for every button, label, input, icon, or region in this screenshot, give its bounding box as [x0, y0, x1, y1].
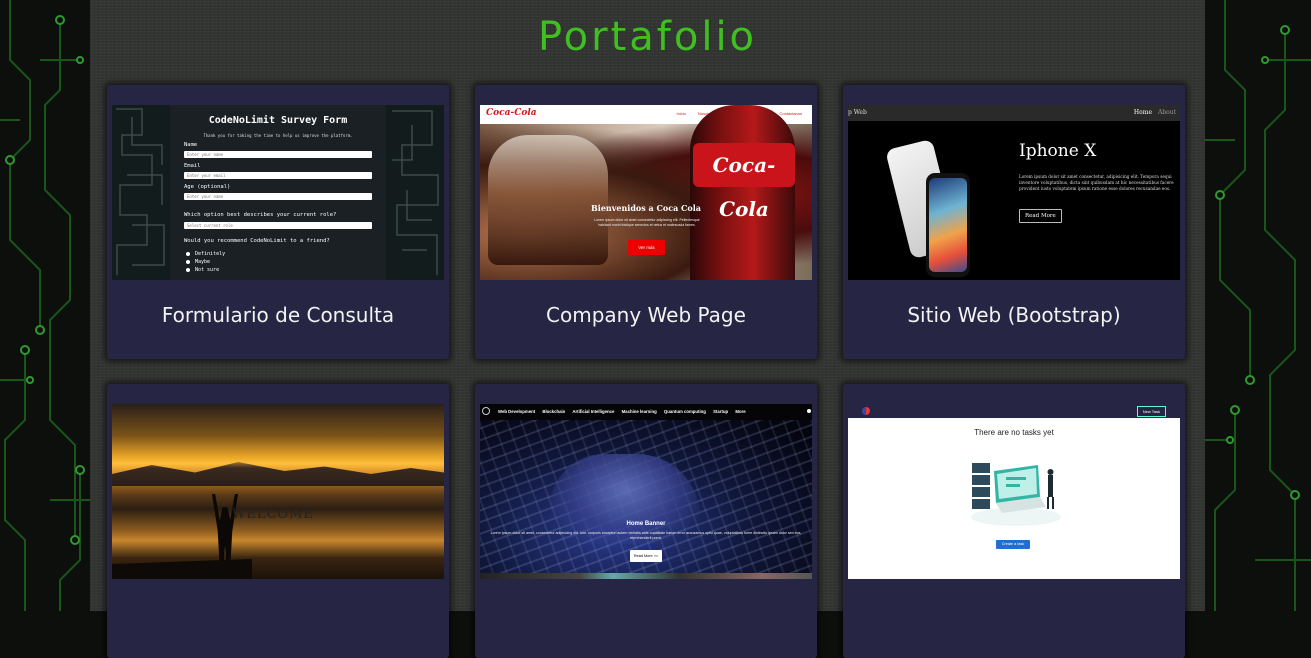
nav-link-machine-learning: Machine learning [621, 409, 657, 414]
project-thumbnail-tech-blog: Web Development Blockchain Artificial In… [480, 404, 812, 579]
hero-title: Bienvenidos a Coca Cola [591, 203, 701, 213]
circuit-background-left [0, 0, 90, 611]
project-title[interactable]: Formulario de Consulta [107, 303, 449, 327]
bottle-label: Coca-Cola [693, 143, 795, 221]
project-card-welcome[interactable]: WELCOME [107, 384, 449, 658]
iphone-front-image [926, 173, 970, 277]
welcome-text: WELCOME [232, 507, 314, 522]
recommend-question: Would you recommend CodeNoLimit to a fri… [184, 238, 330, 244]
empty-state-text: There are no tasks yet [974, 428, 1054, 437]
globe-icon [482, 407, 490, 415]
home-banner-text: Lorem ipsum dolor sit amet, consectetur … [490, 531, 802, 540]
radio-option-definitely: Definitely [186, 251, 225, 257]
name-label: Name [184, 142, 198, 148]
hero-text: Lorem ipsum dolor sit amet consectetur a… [594, 218, 700, 227]
survey-form-description: Thank you for taking the time to help us… [203, 133, 353, 138]
ver-mas-button: Ver más [628, 240, 665, 255]
project-title[interactable]: Sitio Web (Bootstrap) [843, 303, 1185, 327]
tasks-navbar: New Task [848, 404, 1180, 418]
project-thumbnail-bootstrap-site: p Web Home About Iphone X Lorem ipsum do… [848, 105, 1180, 280]
app-logo-icon [862, 407, 870, 415]
glass-image [488, 135, 608, 265]
project-thumbnail-tasks-app: New Task There are no tasks yet Create a [848, 404, 1180, 579]
project-thumbnail-company-web-page: Coca-Cola Inicio Nosotros Servicios Gale… [480, 105, 812, 280]
project-title[interactable]: Company Web Page [475, 303, 817, 327]
tech-navbar: Web Development Blockchain Artificial In… [480, 404, 812, 420]
nav-link-more: More [735, 409, 746, 414]
page-title: Portafolio [537, 14, 758, 60]
role-select: Select current role [184, 222, 372, 229]
product-title: Iphone X [1019, 141, 1097, 161]
create-task-button: Create a task [996, 540, 1030, 549]
project-card-tech-blog[interactable]: Web Development Blockchain Artificial In… [475, 384, 817, 658]
project-card-survey-form[interactable]: CodeNoLimit Survey Form Thank you for ta… [107, 85, 449, 359]
portfolio-panel: Portafolio CodeNoLimit Survey Form Thank… [90, 0, 1205, 658]
project-card-bootstrap-site[interactable]: p Web Home About Iphone X Lorem ipsum do… [843, 85, 1185, 359]
email-label: Email [184, 163, 201, 169]
nav-link-blockchain: Blockchain [542, 409, 566, 414]
pier-silhouette [112, 559, 252, 579]
nav-link-about: About [1157, 109, 1176, 116]
nav-link-home: Home [1133, 109, 1153, 116]
survey-form-title: CodeNoLimit Survey Form [208, 115, 348, 126]
search-icon [807, 409, 811, 413]
person-silhouette [212, 494, 238, 568]
project-thumbnail-sunset: WELCOME [112, 404, 444, 579]
email-input: Enter your email [184, 172, 372, 179]
nav-link-quantum: Quantum computing [663, 409, 706, 414]
new-task-button: New Task [1136, 406, 1166, 417]
server-illustration-icon [971, 463, 1061, 526]
survey-form: CodeNoLimit Survey Form Thank you for ta… [170, 105, 386, 280]
home-banner-title: Home Banner [626, 521, 666, 527]
nav-link-ai: Artificial Intelligence [572, 409, 615, 414]
age-input: Enter your name [184, 193, 372, 200]
project-card-company-web-page[interactable]: Coca-Cola Inicio Nosotros Servicios Gale… [475, 85, 817, 359]
bootstrap-navbar: p Web Home About [848, 105, 1180, 121]
project-thumbnail-survey-form: CodeNoLimit Survey Form Thank you for ta… [112, 105, 444, 280]
name-input: Enter your name [184, 151, 372, 158]
thumbnail-strip [480, 573, 812, 579]
navbar-links: Home About [1130, 109, 1176, 116]
product-description: Lorem ipsum dolor sit amet consectetur, … [1019, 174, 1174, 191]
age-label: Age (optional) [184, 184, 231, 190]
radio-option-maybe: Maybe [186, 259, 210, 265]
nav-link-startup: Startup [713, 409, 729, 414]
radio-option-not-sure: Not sure [186, 267, 219, 273]
project-card-tasks-app[interactable]: New Task There are no tasks yet Create a [843, 384, 1185, 658]
coca-cola-logo: Coca-Cola [486, 108, 537, 118]
read-more-button: Read More >> [630, 550, 662, 562]
nav-link-inicio: Inicio [676, 111, 686, 116]
read-more-button: Read More [1019, 209, 1062, 223]
nav-link-contactanos: Contactanos [779, 111, 802, 116]
navbar-brand: p Web [848, 109, 867, 116]
nav-link-web-development: Web Development [498, 409, 536, 414]
role-question: Which option best describes your current… [184, 212, 337, 218]
circuit-background-right [1205, 0, 1311, 611]
mountains-silhouette [112, 462, 444, 486]
